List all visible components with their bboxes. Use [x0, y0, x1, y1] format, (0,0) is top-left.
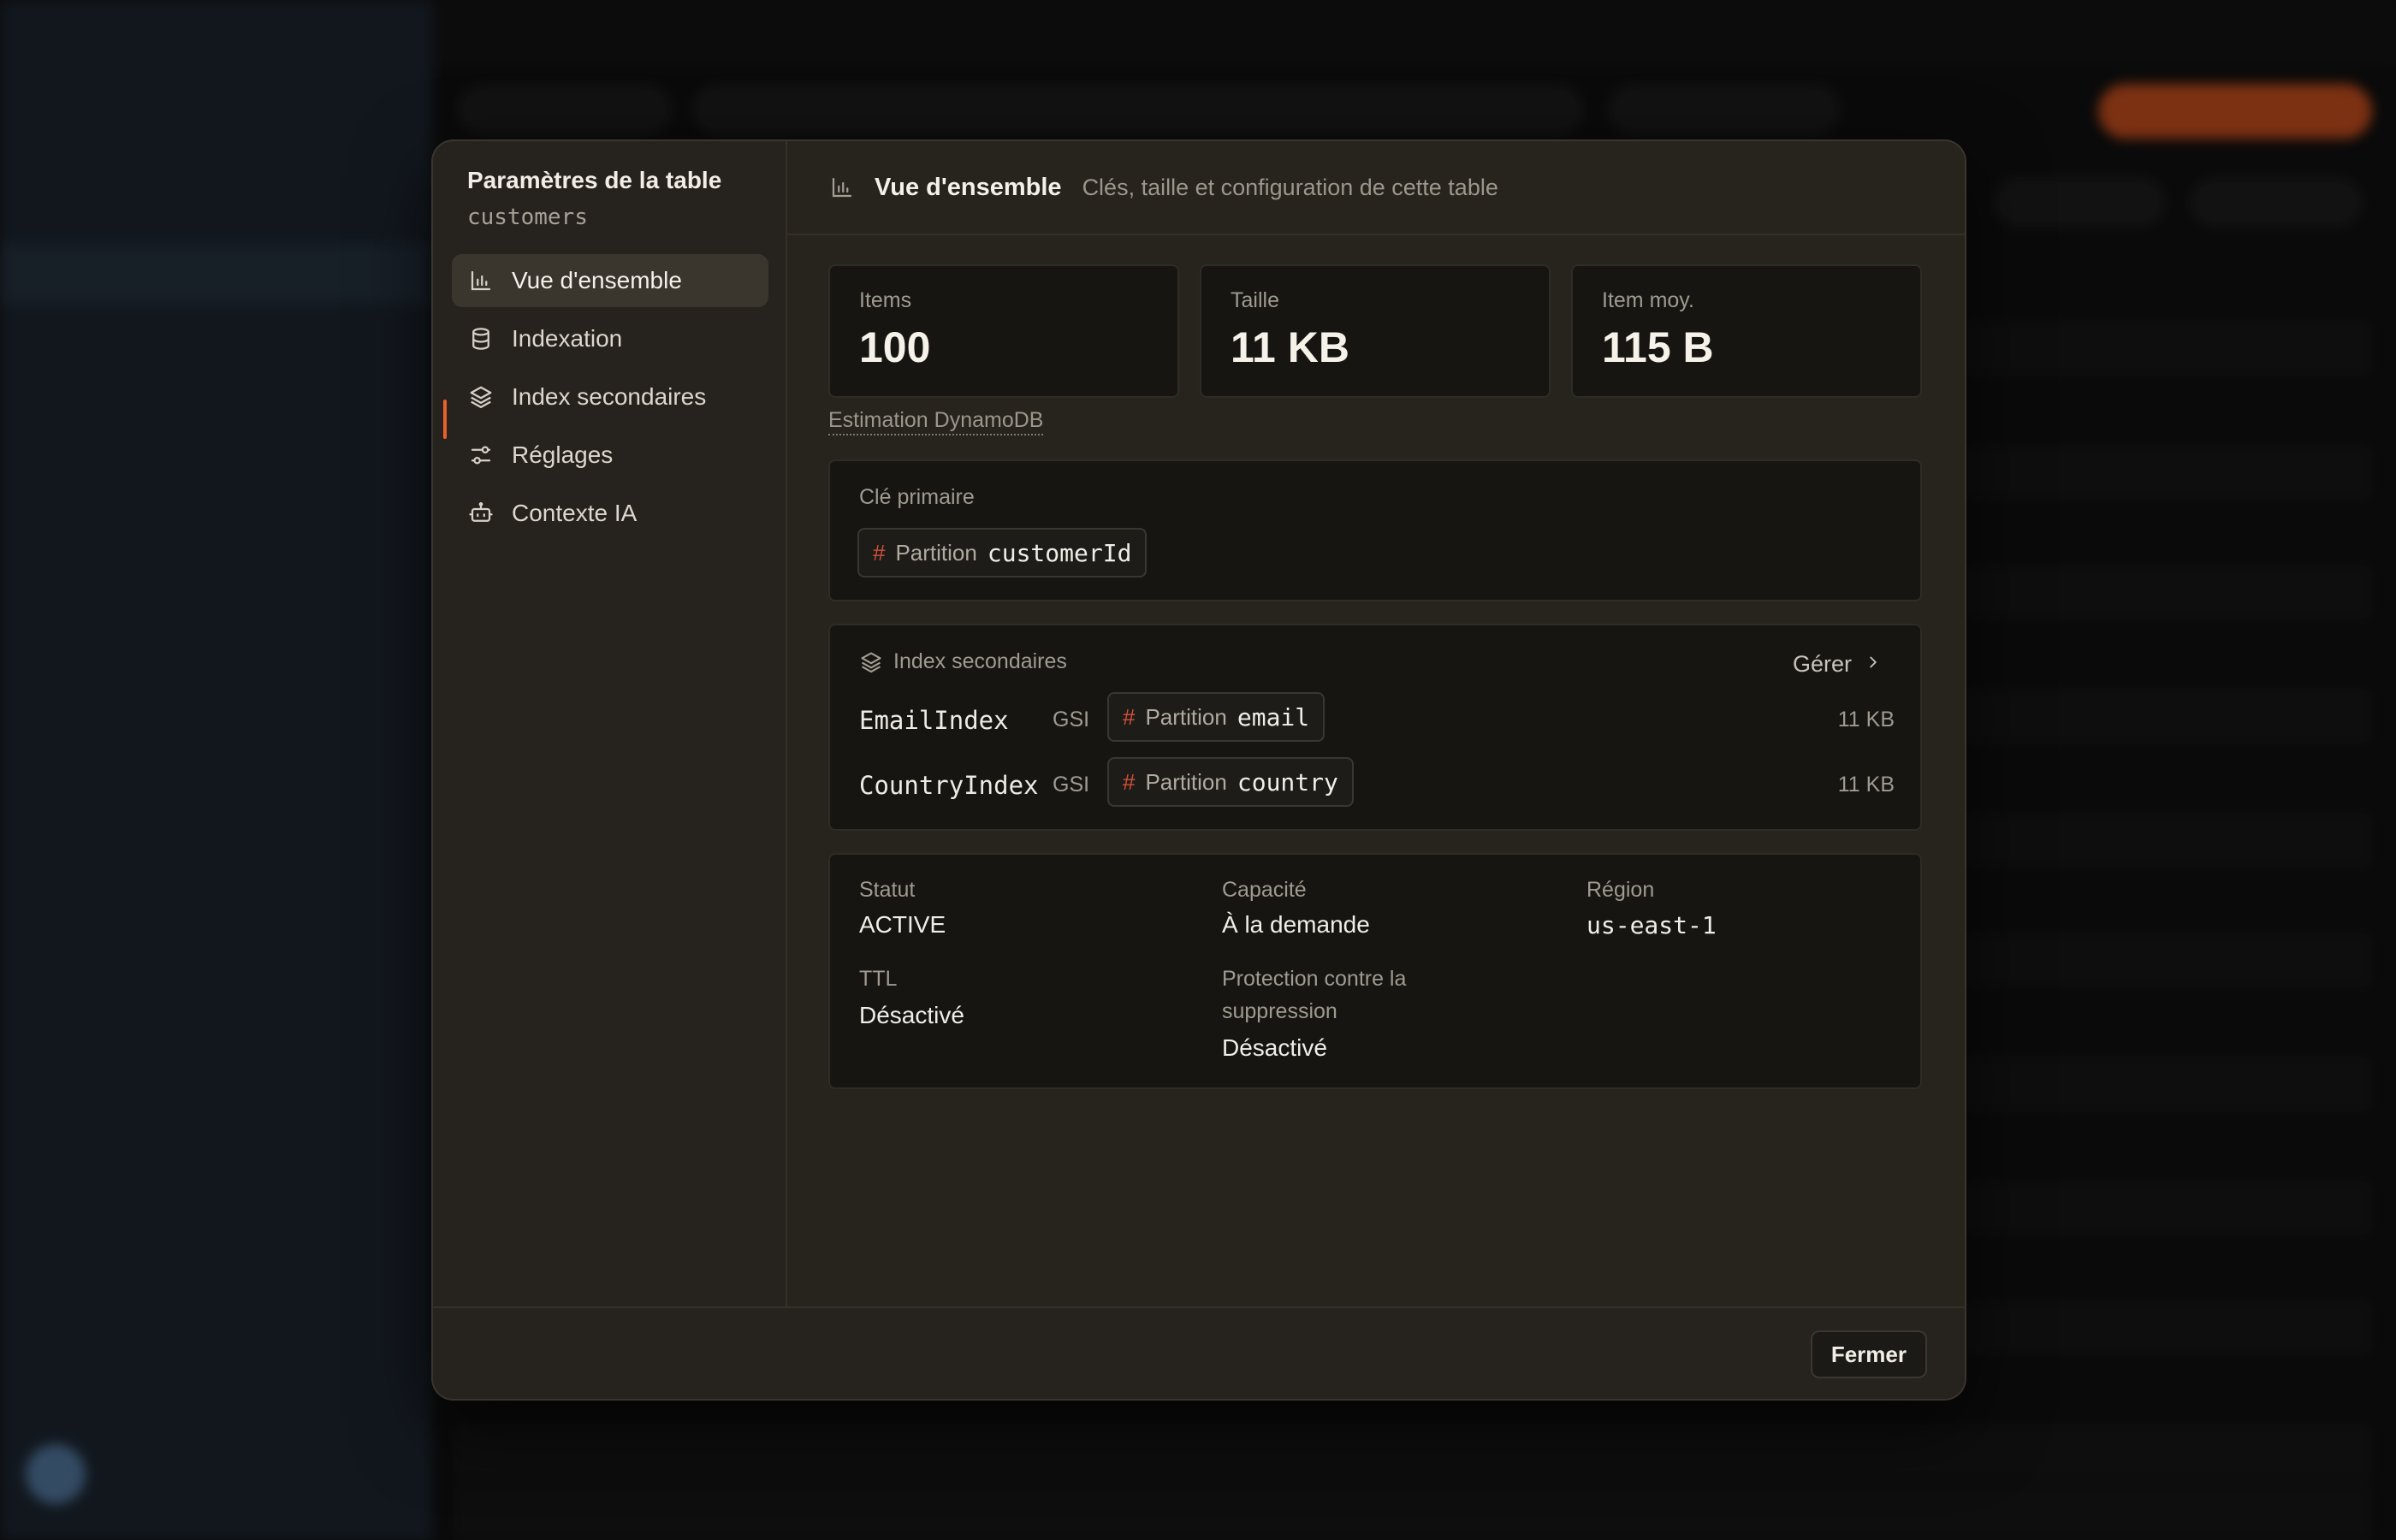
nav-item-settings[interactable]: Réglages	[452, 429, 768, 482]
ttl-label: TTL	[859, 967, 898, 991]
index-type: GSI	[1053, 773, 1090, 797]
nav-item-secondary-indexes[interactable]: Index secondaires	[452, 370, 768, 424]
nav-item-ai-context[interactable]: Contexte IA	[452, 487, 768, 540]
status-label: Statut	[859, 878, 916, 902]
nav-item-label: Vue d'ensemble	[512, 267, 682, 293]
manage-indexes-button[interactable]: Gérer	[1793, 651, 1883, 678]
stat-value: 11 KB	[1231, 323, 1349, 371]
chevron-right-icon	[1864, 651, 1883, 678]
table-config-card: Statut ACTIVE Capacité À la demande Régi…	[828, 853, 1922, 1089]
region-value: us-east-1	[1586, 911, 1717, 939]
ttl-value: Désactivé	[859, 1002, 964, 1028]
estimate-hint[interactable]: Estimation DynamoDB	[828, 408, 1044, 435]
settings-title: Paramètres de la table	[467, 167, 722, 193]
layers-icon	[467, 383, 495, 411]
index-partition-chip: # Partition email	[1107, 692, 1326, 742]
stat-value: 115 B	[1602, 323, 1714, 371]
deletion-protection-value: Désactivé	[1222, 1034, 1327, 1061]
primary-key-label: Clé primaire	[859, 485, 975, 509]
bot-icon	[467, 500, 495, 527]
index-name: CountryIndex	[859, 771, 1039, 800]
key-attribute: email	[1237, 702, 1310, 732]
bar-chart-icon	[467, 267, 495, 294]
primary-key-card: Clé primaire # Partition customerId	[828, 459, 1922, 601]
stat-card-size: Taille 11 KB	[1200, 264, 1551, 398]
index-name: EmailIndex	[859, 706, 1009, 735]
bar-chart-icon	[828, 174, 856, 201]
table-settings-modal: Paramètres de la table customers Vue d'e…	[431, 139, 1966, 1401]
stat-label: Item moy.	[1602, 288, 1694, 312]
nav-item-label: Réglages	[512, 441, 614, 468]
partition-key-chip: # Partition customerId	[857, 528, 1148, 578]
status-value: ACTIVE	[859, 911, 946, 938]
hash-icon: #	[873, 539, 886, 566]
key-kind: Partition	[895, 539, 977, 566]
stat-label: Taille	[1231, 288, 1279, 312]
secondary-indexes-header: Index secondaires	[859, 649, 1067, 674]
modal-footer: Fermer	[433, 1306, 1965, 1399]
capacity-label: Capacité	[1222, 878, 1307, 902]
panel-subtitle: Clés, taille et configuration de cette t…	[1082, 174, 1498, 200]
stat-value: 100	[859, 323, 931, 371]
hash-icon: #	[1123, 768, 1136, 795]
stat-card-avg-item: Item moy. 115 B	[1571, 264, 1922, 398]
sliders-icon	[467, 441, 495, 469]
table-name: customers	[467, 204, 588, 230]
secondary-indexes-label: Index secondaires	[893, 649, 1067, 673]
active-indicator	[443, 400, 447, 439]
database-icon	[467, 325, 495, 352]
nav-item-indexation[interactable]: Indexation	[452, 312, 768, 365]
manage-label: Gérer	[1792, 651, 1852, 677]
nav-item-overview[interactable]: Vue d'ensemble	[452, 254, 768, 307]
close-button[interactable]: Fermer	[1810, 1330, 1927, 1378]
nav-item-label: Indexation	[512, 325, 623, 352]
hash-icon: #	[1123, 703, 1136, 730]
key-kind: Partition	[1145, 703, 1227, 730]
panel-header: Vue d'ensemble Clés, taille et configura…	[787, 141, 1965, 235]
stat-card-items: Items 100	[828, 264, 1179, 398]
overview-panel: Vue d'ensemble Clés, taille et configura…	[787, 141, 1965, 1310]
nav-item-label: Index secondaires	[512, 383, 707, 410]
region-label: Région	[1586, 878, 1655, 902]
index-type: GSI	[1053, 708, 1090, 732]
index-size: 11 KB	[1837, 708, 1895, 732]
nav-item-label: Contexte IA	[512, 500, 638, 526]
settings-sidebar: Paramètres de la table customers Vue d'e…	[433, 141, 787, 1310]
key-attribute: country	[1237, 767, 1338, 797]
index-size: 11 KB	[1837, 773, 1895, 797]
layers-icon	[859, 650, 883, 674]
key-attribute: customerId	[987, 538, 1132, 567]
key-kind: Partition	[1145, 768, 1227, 795]
secondary-indexes-card: Index secondaires Gérer EmailIndex GSI #…	[828, 624, 1922, 831]
capacity-value: À la demande	[1222, 911, 1370, 938]
stat-label: Items	[859, 288, 912, 312]
panel-title: Vue d'ensemble	[875, 173, 1062, 201]
index-partition-chip: # Partition country	[1107, 757, 1354, 807]
deletion-protection-label: Protection contre la suppression	[1222, 967, 1407, 1023]
